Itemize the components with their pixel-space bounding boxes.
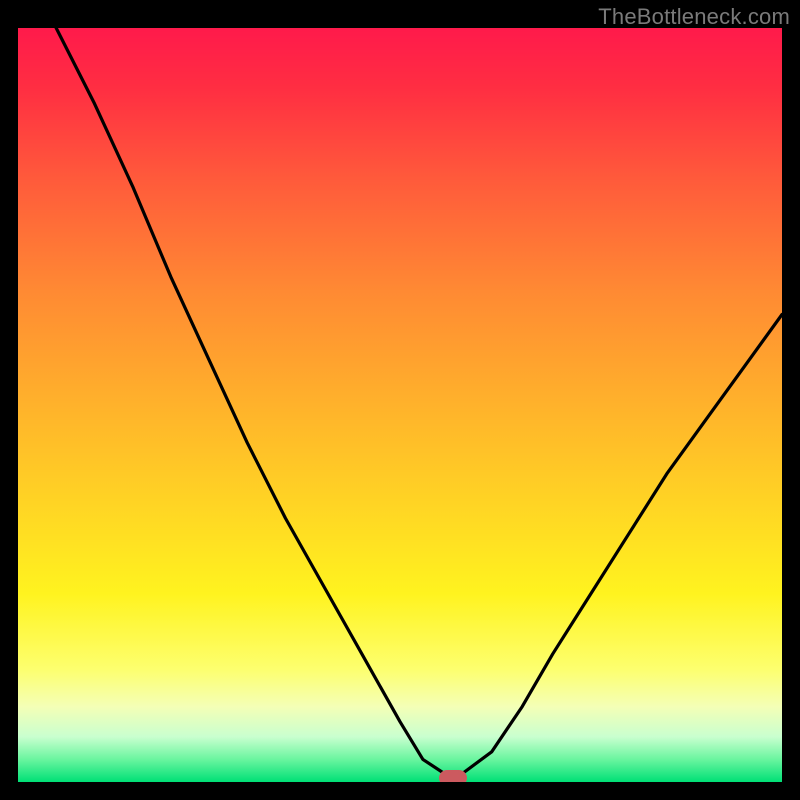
plot-area [18,28,782,782]
watermark-text: TheBottleneck.com [598,4,790,30]
chart-frame: TheBottleneck.com [0,0,800,800]
bottleneck-curve-svg [18,28,782,782]
optimal-point-marker [439,770,467,782]
bottleneck-curve-path [18,28,782,775]
